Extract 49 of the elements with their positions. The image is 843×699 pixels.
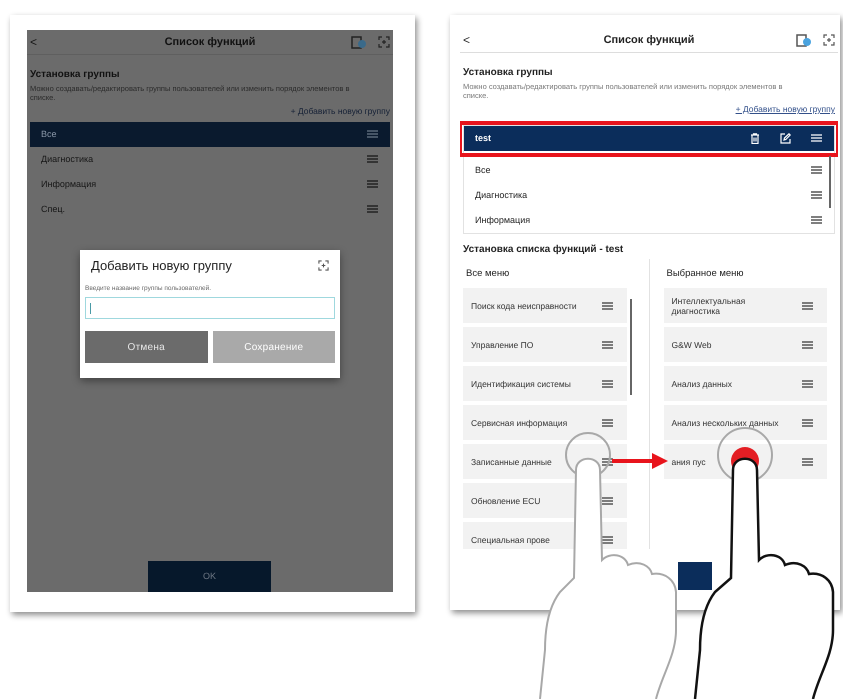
menu-item[interactable]: Сервисная информация xyxy=(463,405,626,440)
cancel-button[interactable]: Отмена xyxy=(85,331,208,364)
group-name-field[interactable] xyxy=(85,297,335,320)
menu-item[interactable]: G&W Web xyxy=(664,327,827,362)
menu-item[interactable]: Идентификация системы xyxy=(463,366,626,401)
drag-handle-icon[interactable] xyxy=(802,380,813,388)
scrollbar xyxy=(829,156,831,208)
add-group-link[interactable]: + Добавить новую группу xyxy=(736,103,835,116)
drag-handle-icon[interactable] xyxy=(602,380,612,388)
drag-handle-icon[interactable] xyxy=(602,458,612,466)
screen-title: Список функций xyxy=(164,34,256,50)
menu-item[interactable]: Интеллектуальная диагностика xyxy=(664,288,827,323)
edit-icon[interactable] xyxy=(780,132,791,144)
drag-handle-icon[interactable] xyxy=(367,155,378,164)
dialog-title: Добавить новую группу xyxy=(91,257,232,275)
drag-handle-icon[interactable] xyxy=(367,205,378,214)
section-title: Установка группы xyxy=(30,68,121,82)
drag-handle-icon[interactable] xyxy=(802,340,813,348)
arrow-icon xyxy=(612,453,668,469)
trash-icon[interactable] xyxy=(750,132,760,144)
group-row[interactable]: Все xyxy=(30,122,390,147)
fullscreen-icon[interactable] xyxy=(823,34,835,46)
menu-item[interactable]: Анализ нескольких данных xyxy=(664,405,827,440)
drag-handle-icon[interactable] xyxy=(602,340,612,348)
section-title: Установка списка функций - test xyxy=(462,242,624,257)
screen-title: Список функций xyxy=(602,32,696,48)
back-button[interactable]: < xyxy=(463,31,523,49)
drag-handle-icon[interactable] xyxy=(811,166,822,174)
drag-handle-icon[interactable] xyxy=(802,302,813,310)
menu-item[interactable]: Управление ПО xyxy=(463,327,626,362)
menu-item[interactable]: Поиск кода неисправности xyxy=(463,288,626,323)
ok-button[interactable]: OK xyxy=(148,561,271,592)
group-row[interactable]: test xyxy=(464,126,834,151)
drag-handle-icon[interactable] xyxy=(367,130,378,138)
drag-handle-icon[interactable] xyxy=(602,496,612,504)
column-title: Выбранное меню xyxy=(666,266,745,281)
drag-handle-icon[interactable] xyxy=(602,536,612,544)
section-title: Установка группы xyxy=(463,66,554,80)
menu-item[interactable]: Анализ данных xyxy=(664,366,827,401)
back-button[interactable]: < xyxy=(30,33,90,51)
drag-handle-icon[interactable] xyxy=(802,418,813,426)
drag-handle-icon[interactable] xyxy=(602,418,612,426)
column-title: Все меню xyxy=(465,266,510,281)
drag-handle-icon[interactable] xyxy=(811,191,822,200)
drag-handle-icon[interactable] xyxy=(811,216,822,224)
drag-handle-icon[interactable] xyxy=(367,180,378,188)
drag-handle-icon[interactable] xyxy=(602,302,612,310)
fullscreen-icon[interactable] xyxy=(378,36,390,48)
fullscreen-icon[interactable] xyxy=(318,260,329,272)
